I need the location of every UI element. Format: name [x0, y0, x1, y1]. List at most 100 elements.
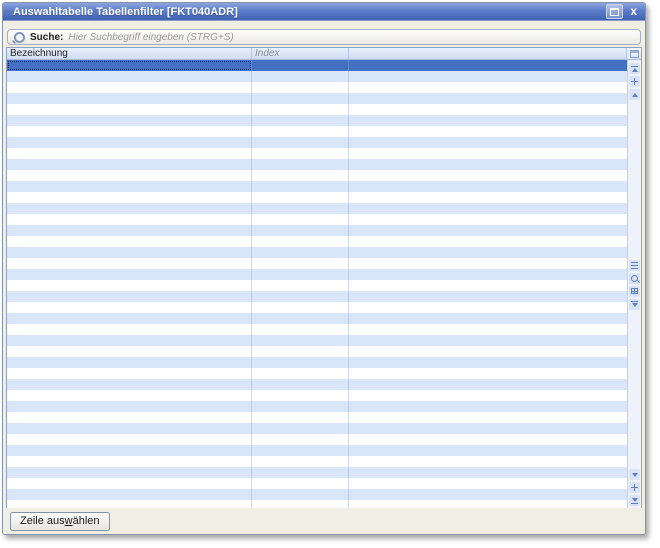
- table-row[interactable]: [7, 324, 627, 335]
- scrollbar-filter-button[interactable]: [629, 299, 640, 310]
- table-row-selected[interactable]: [7, 60, 627, 71]
- table-row[interactable]: [7, 368, 627, 379]
- table-row[interactable]: [7, 192, 627, 203]
- grip-icon: [631, 262, 638, 269]
- table-row[interactable]: [7, 313, 627, 324]
- table-cell: [7, 126, 252, 137]
- table-row[interactable]: [7, 478, 627, 489]
- table-row[interactable]: [7, 467, 627, 478]
- table-cell: [252, 203, 349, 214]
- scrollbar-bottom-buttons: [628, 468, 641, 507]
- table-row[interactable]: [7, 379, 627, 390]
- table-cell: [7, 214, 252, 225]
- table-cell: [252, 137, 349, 148]
- scrollbar-top-buttons: [628, 62, 641, 101]
- scroll-to-bottom-button[interactable]: [629, 495, 640, 506]
- table-cell: [252, 423, 349, 434]
- column-chooser-button[interactable]: [627, 48, 641, 59]
- table-cell: [349, 390, 627, 401]
- table-row[interactable]: [7, 247, 627, 258]
- table-row[interactable]: [7, 170, 627, 181]
- table-row[interactable]: [7, 401, 627, 412]
- scroll-to-top-icon: [631, 66, 638, 67]
- table-row[interactable]: [7, 280, 627, 291]
- table-row[interactable]: [7, 115, 627, 126]
- move-down-button[interactable]: [629, 482, 640, 493]
- table-row[interactable]: [7, 148, 627, 159]
- filter-icon-funnel: [632, 303, 638, 307]
- table-row[interactable]: [7, 390, 627, 401]
- table-cell: [252, 214, 349, 225]
- table-cell: [252, 181, 349, 192]
- table-cell: [349, 280, 627, 291]
- scroll-to-top-button[interactable]: [629, 63, 640, 74]
- table-row[interactable]: [7, 445, 627, 456]
- table-cell: [7, 247, 252, 258]
- scrollbar-search-button[interactable]: [629, 273, 640, 284]
- table-row[interactable]: [7, 71, 627, 82]
- window-title: Auswahltabelle Tabellenfilter [FKT040ADR…: [13, 6, 238, 18]
- magnifier-icon: [631, 275, 638, 282]
- scrollbar-grip-button[interactable]: [629, 260, 640, 271]
- move-up-button[interactable]: [629, 76, 640, 87]
- table-row[interactable]: [7, 258, 627, 269]
- table-row[interactable]: [7, 104, 627, 115]
- table-row[interactable]: [7, 302, 627, 313]
- table-row[interactable]: [7, 434, 627, 445]
- column-header-empty[interactable]: [349, 48, 627, 59]
- table-row[interactable]: [7, 159, 627, 170]
- table-cell: [252, 247, 349, 258]
- select-row-button[interactable]: Zeile auswählen: [10, 512, 110, 531]
- table-cell: [252, 148, 349, 159]
- vertical-scrollbar[interactable]: [627, 60, 641, 509]
- select-row-button-mnemonic: w: [65, 515, 73, 527]
- table-cell: [7, 291, 252, 302]
- scrollbar-grid-button[interactable]: [629, 286, 640, 297]
- table-cell: [7, 82, 252, 93]
- column-header-index[interactable]: Index: [252, 48, 349, 59]
- table-cell: [7, 335, 252, 346]
- close-button[interactable]: x: [628, 5, 639, 18]
- table-row[interactable]: [7, 236, 627, 247]
- table-row[interactable]: [7, 269, 627, 280]
- move-up-icon: [631, 78, 638, 85]
- table-row[interactable]: [7, 126, 627, 137]
- table-row[interactable]: [7, 93, 627, 104]
- move-down-icon: [631, 484, 638, 491]
- table-row[interactable]: [7, 357, 627, 368]
- scroll-down-button[interactable]: [629, 469, 640, 480]
- table-cell: [252, 258, 349, 269]
- table-row[interactable]: [7, 137, 627, 148]
- table-row[interactable]: [7, 214, 627, 225]
- table-row[interactable]: [7, 346, 627, 357]
- table-cell: [349, 434, 627, 445]
- table-row[interactable]: [7, 225, 627, 236]
- table-cell: [349, 159, 627, 170]
- search-bar[interactable]: Suche: Hier Suchbegriff eingeben (STRG+S…: [7, 29, 641, 45]
- titlebar[interactable]: Auswahltabelle Tabellenfilter [FKT040ADR…: [3, 3, 645, 21]
- table-row[interactable]: [7, 82, 627, 93]
- table-cell: [349, 104, 627, 115]
- table-cell: [349, 192, 627, 203]
- table-body: [7, 60, 641, 509]
- table-cell: [252, 71, 349, 82]
- table-cell: [349, 379, 627, 390]
- table-row[interactable]: [7, 423, 627, 434]
- table-row[interactable]: [7, 456, 627, 467]
- maximize-button[interactable]: [606, 4, 623, 19]
- table-row[interactable]: [7, 489, 627, 500]
- scroll-up-button[interactable]: [629, 89, 640, 100]
- table-row[interactable]: [7, 291, 627, 302]
- table-row[interactable]: [7, 412, 627, 423]
- table-cell: [7, 379, 252, 390]
- table-row[interactable]: [7, 181, 627, 192]
- table-row[interactable]: [7, 203, 627, 214]
- table-cell: [7, 181, 252, 192]
- table-cell: [349, 247, 627, 258]
- table-row[interactable]: [7, 335, 627, 346]
- table-cell: [349, 181, 627, 192]
- column-header-bezeichnung[interactable]: Bezeichnung: [7, 48, 252, 59]
- table-cell: [349, 412, 627, 423]
- scroll-down-icon: [632, 473, 638, 477]
- table-cell: [349, 71, 627, 82]
